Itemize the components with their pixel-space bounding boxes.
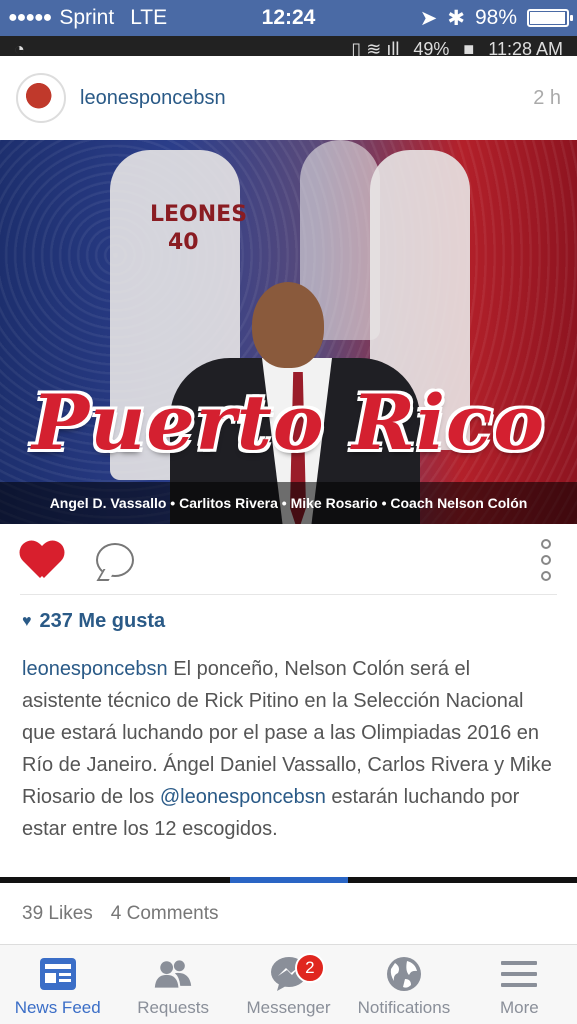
small-heart-icon: ♥ bbox=[22, 612, 32, 630]
caption-mention[interactable]: @leonesponcebsn bbox=[160, 786, 326, 808]
tab-bar: News Feed Requests 2 Messenger Notificat… bbox=[0, 945, 577, 1024]
tab-news-feed[interactable]: News Feed bbox=[0, 945, 115, 1024]
tab-label: More bbox=[499, 998, 539, 1017]
embedded-battery: 49% bbox=[413, 39, 450, 56]
caption-username[interactable]: leonesponcebsn bbox=[22, 658, 168, 680]
tab-requests[interactable]: Requests bbox=[115, 945, 230, 1024]
likes-link[interactable]: 39 Likes bbox=[22, 903, 93, 925]
battery-percent: 98% bbox=[474, 6, 517, 29]
dot bbox=[541, 539, 551, 549]
image-title: Puerto Rico bbox=[31, 378, 546, 467]
carrier-name: Sprint bbox=[59, 6, 115, 29]
post-header: leonesponcebsn 2 h bbox=[0, 56, 577, 140]
tab-label: Notifications bbox=[357, 998, 451, 1017]
coach-head bbox=[252, 282, 324, 368]
jersey-number: 40 bbox=[168, 230, 199, 255]
embedded-time: 11:28 AM bbox=[488, 39, 563, 56]
dot bbox=[541, 555, 551, 565]
divider bbox=[20, 594, 557, 595]
post-body: ♥ 237 Me gusta leonesponcebsn El ponceño… bbox=[0, 596, 577, 882]
likes-count[interactable]: ♥ 237 Me gusta bbox=[22, 610, 555, 633]
tab-messenger[interactable]: 2 Messenger bbox=[231, 945, 346, 1024]
post-username[interactable]: leonesponcebsn bbox=[80, 87, 226, 110]
post-caption: leonesponcebsn El ponceño, Nelson Colón … bbox=[22, 653, 555, 845]
friends-icon bbox=[153, 956, 193, 992]
network-type: LTE bbox=[130, 6, 168, 29]
menu-icon bbox=[499, 956, 539, 992]
status-right: ➤ ✱ 98% bbox=[419, 6, 573, 31]
more-options-icon[interactable] bbox=[535, 535, 557, 585]
post-actions bbox=[0, 524, 577, 596]
embedded-battery-icon: ■ bbox=[463, 39, 475, 56]
post-stats: 39 Likes 4 Comments bbox=[0, 883, 577, 945]
battery-fill bbox=[530, 12, 566, 24]
embedded-wifi-icon: ▯ ≋ ıll bbox=[351, 39, 400, 56]
globe-icon bbox=[384, 956, 424, 992]
tab-notifications[interactable]: Notifications bbox=[346, 945, 461, 1024]
likes-label: 237 Me gusta bbox=[39, 610, 166, 632]
embedded-status-bar: ◔ ▯ ≋ ıll 49% ■ 11:28 AM bbox=[0, 36, 577, 56]
embedded-status-right: ▯ ≋ ıll 49% ■ 11:28 AM bbox=[351, 39, 563, 56]
tab-more[interactable]: More bbox=[462, 945, 577, 1024]
tab-label: Messenger bbox=[246, 998, 331, 1017]
bluetooth-icon: ✱ bbox=[447, 6, 465, 30]
location-arrow-icon: ➤ bbox=[419, 6, 438, 30]
avatar[interactable] bbox=[16, 73, 66, 123]
comments-link[interactable]: 4 Comments bbox=[111, 903, 219, 925]
status-bar: ●●●●● Sprint LTE 12:24 ➤ ✱ 98% bbox=[0, 0, 577, 36]
dot bbox=[541, 571, 551, 581]
comment-icon[interactable] bbox=[96, 543, 134, 577]
post-time: 2 h bbox=[533, 86, 561, 109]
whatsapp-icon: ◔ bbox=[14, 39, 25, 56]
jersey-text: LEONES bbox=[150, 202, 248, 227]
battery-icon bbox=[527, 9, 573, 27]
tab-label: News Feed bbox=[14, 998, 101, 1017]
image-caption: Angel D. Vassallo • Carlitos Rivera • Mi… bbox=[0, 482, 577, 524]
signal-strength-icon: ●●●●● bbox=[8, 9, 52, 26]
post-image[interactable]: LEONES 40 Puerto Rico Angel D. Vassallo … bbox=[0, 140, 577, 524]
news-feed-icon bbox=[38, 956, 78, 992]
messenger-badge: 2 bbox=[294, 953, 325, 983]
like-heart-icon[interactable] bbox=[20, 540, 64, 580]
tab-label: Requests bbox=[137, 998, 210, 1017]
